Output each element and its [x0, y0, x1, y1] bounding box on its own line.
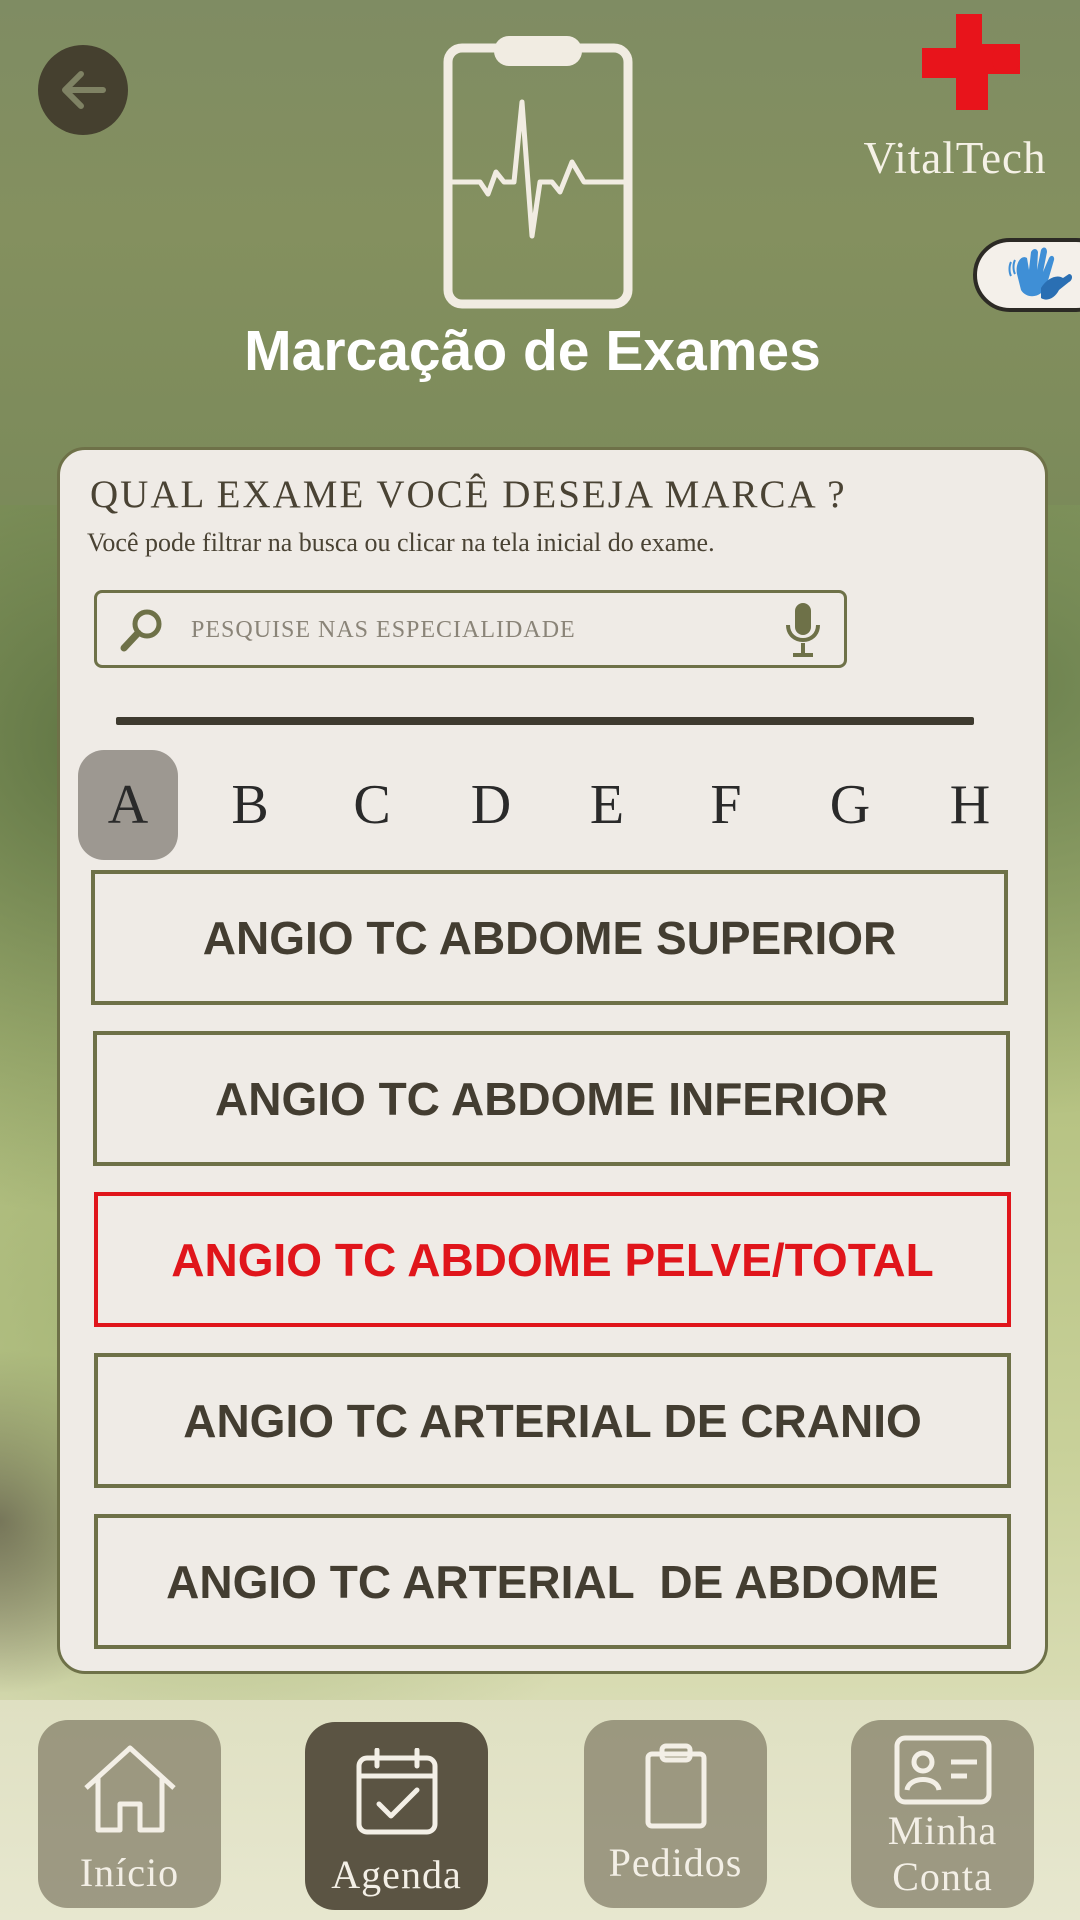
- red-cross-icon: [922, 14, 1020, 110]
- letter-filter-a[interactable]: A: [78, 750, 178, 860]
- nav-label-pedidos: Pedidos: [608, 1840, 743, 1885]
- exam-item[interactable]: ANGIO TC ABDOME INFERIOR: [93, 1031, 1010, 1166]
- brand-name: VitalTech: [863, 133, 1047, 183]
- id-card-icon: [894, 1735, 991, 1805]
- exam-item[interactable]: ANGIO TC ARTERIAL DE ABDOME: [94, 1514, 1011, 1649]
- nav-item-inicio[interactable]: Início: [38, 1720, 221, 1908]
- sign-language-hands-icon: [1008, 247, 1072, 300]
- card-hint: Você pode filtrar na busca ou clicar na …: [87, 528, 715, 557]
- nav-label-conta: Conta: [892, 1854, 993, 1899]
- calendar-check-icon: [356, 1748, 437, 1835]
- nav-label-agenda: Agenda: [331, 1852, 462, 1897]
- clipboard-heartbeat-icon: [443, 36, 633, 309]
- letter-filter-c[interactable]: C: [322, 750, 422, 860]
- nav-item-agenda[interactable]: Agenda: [305, 1722, 488, 1910]
- nav-item-minha-conta[interactable]: Minha Conta: [851, 1720, 1034, 1908]
- card-question: QUAL EXAME VOCÊ DESEJA MARCA ?: [90, 473, 847, 516]
- exam-item[interactable]: ANGIO TC ABDOME SUPERIOR: [91, 870, 1008, 1005]
- search-input[interactable]: [191, 609, 751, 651]
- divider: [116, 717, 974, 725]
- letter-filter-g[interactable]: G: [800, 750, 900, 860]
- nav-label-inicio: Início: [79, 1850, 180, 1895]
- nav-item-pedidos[interactable]: Pedidos: [584, 1720, 767, 1908]
- exam-item[interactable]: ANGIO TC ARTERIAL DE CRANIO: [94, 1353, 1011, 1488]
- microphone-icon[interactable]: [783, 601, 823, 659]
- letter-filter-f[interactable]: F: [676, 750, 776, 860]
- home-icon: [83, 1745, 176, 1833]
- arrow-left-icon: [62, 71, 106, 109]
- letter-filter-d[interactable]: D: [441, 750, 541, 860]
- nav-label-minha: Minha: [887, 1808, 998, 1853]
- page-title: Marcação de Exames: [244, 319, 821, 383]
- exam-selection-card: QUAL EXAME VOCÊ DESEJA MARCA ? Você pode…: [57, 447, 1048, 1674]
- search-icon: [120, 609, 162, 652]
- letter-filter-e[interactable]: E: [557, 750, 657, 860]
- search-bar[interactable]: [94, 590, 847, 668]
- letter-filter-b[interactable]: B: [200, 750, 300, 860]
- clipboard-icon: [645, 1743, 706, 1829]
- exam-item-selected[interactable]: ANGIO TC ABDOME PELVE/TOTAL: [94, 1192, 1011, 1327]
- back-button[interactable]: [38, 45, 128, 135]
- sign-language-toggle[interactable]: [973, 238, 1080, 312]
- letter-filter-h[interactable]: H: [920, 750, 1020, 860]
